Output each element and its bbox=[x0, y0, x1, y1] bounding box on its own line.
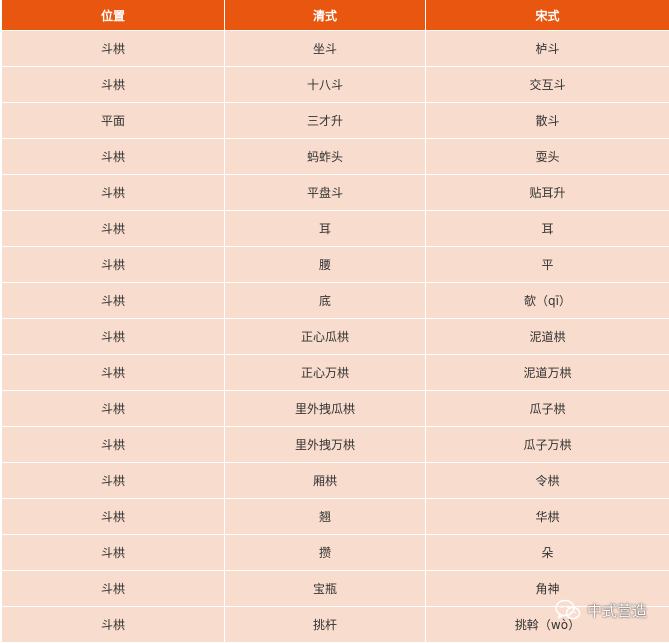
table-cell-position: 斗栱 bbox=[2, 211, 225, 246]
table-cell-song-style: 交互斗 bbox=[529, 78, 566, 92]
table-cell-qing-style: 里外拽瓜栱 bbox=[225, 391, 426, 426]
watermark-text: 中式营造 bbox=[586, 601, 647, 620]
table-cell-position: 斗栱 bbox=[2, 283, 225, 318]
table-cell-position: 斗栱 bbox=[2, 355, 225, 390]
table-cell-song-style: 华栱 bbox=[535, 510, 560, 524]
data-table: 位置 清式 宋式 斗栱 坐斗 栌斗 斗栱 十八斗 交互斗 平面 三才升 散斗 斗栱 蚂蚱头 耍头 斗栱平… bbox=[2, 0, 669, 643]
table-cell-qing-style: 厢栱 bbox=[225, 463, 426, 498]
table-cell-qing-style: 耳 bbox=[225, 211, 426, 246]
table-cell-qing-style: 正心瓜栱 bbox=[225, 319, 426, 354]
table-cell-qing-style: 攒 bbox=[225, 535, 426, 570]
table-row: 斗栱翘 华栱 bbox=[2, 499, 669, 535]
table-cell-position: 斗栱 bbox=[2, 571, 225, 606]
table-cell-song-style: 朵 bbox=[541, 546, 554, 560]
table-cell-qing-style: 腰 bbox=[225, 247, 426, 282]
table-cell-qing-style: 宝瓶 bbox=[225, 571, 426, 606]
table-cell-position: 斗栱 bbox=[2, 499, 225, 534]
table-cell-qing-style: 里外拽万栱 bbox=[225, 427, 426, 462]
table-row: 斗栱 正心瓜栱 泥道栱 bbox=[2, 319, 669, 355]
table-row: 斗栱底 欹（qī） bbox=[2, 283, 669, 319]
table-header: 位置 清式 宋式 bbox=[2, 0, 669, 31]
header-cell-qing-style: 清式 bbox=[225, 0, 426, 30]
table-row: 斗栱 里外拽瓜栱 瓜子栱 bbox=[2, 391, 669, 427]
table-cell-song-style: 栌斗 bbox=[535, 42, 560, 56]
table-cell-song-style: 瓜子栱 bbox=[529, 402, 566, 416]
table-cell-position: 斗栱 bbox=[2, 319, 225, 354]
wechat-logo-icon bbox=[555, 599, 581, 620]
table-row: 斗栱 厢栱 令栱 bbox=[2, 463, 669, 499]
table-cell-song-style: 耳 bbox=[541, 222, 554, 236]
table-cell-qing-style: 正心万栱 bbox=[225, 355, 426, 390]
table-row: 斗栱耳耳 bbox=[2, 211, 669, 247]
table-cell-position: 斗栱 bbox=[2, 391, 225, 426]
table-cell-song-style: 泥道万栱 bbox=[523, 366, 572, 380]
table-row: 斗栱 正心万栱 泥道万栱 bbox=[2, 355, 669, 391]
table-cell-song-style: 散斗 bbox=[535, 114, 560, 128]
table-cell-qing-style: 底 bbox=[225, 283, 426, 318]
table-cell-qing-style: 十八斗 bbox=[225, 67, 426, 102]
table-cell-song-style: 耍头 bbox=[535, 150, 560, 164]
table-row: 斗栱攒 朵 bbox=[2, 535, 669, 571]
table-row: 斗栱 平盘斗 贴耳升 bbox=[2, 175, 669, 211]
table-row: 斗栱 十八斗 交互斗 bbox=[2, 67, 669, 103]
table-cell-position: 斗栱 bbox=[2, 139, 225, 174]
table-row: 斗栱腰 平 bbox=[2, 247, 669, 283]
table-row: 平面 三才升 散斗 bbox=[2, 103, 669, 139]
table-cell-song-style: 平 bbox=[541, 258, 554, 272]
table-cell-position: 斗栱 bbox=[2, 247, 225, 282]
table-cell-qing-style: 三才升 bbox=[225, 103, 426, 138]
table-cell-song-style: 欹（qī） bbox=[524, 294, 571, 308]
table-cell-position: 斗栱 bbox=[2, 535, 225, 570]
table-row: 斗栱 坐斗 栌斗 bbox=[2, 31, 669, 67]
table-cell-qing-style: 挑杆 bbox=[225, 607, 426, 642]
table-cell-position: 斗栱 bbox=[2, 31, 225, 66]
table-cell-qing-style: 坐斗 bbox=[225, 31, 426, 66]
table-row: 斗栱 蚂蚱头 耍头 bbox=[2, 139, 669, 175]
header-cell-position: 位置 bbox=[2, 0, 225, 30]
table-cell-position: 平面 bbox=[2, 103, 225, 138]
table-cell-song-style: 泥道栱 bbox=[529, 330, 566, 344]
watermark: 中式营造 bbox=[555, 599, 647, 621]
table-cell-position: 斗栱 bbox=[2, 67, 225, 102]
table-cell-qing-style: 翘 bbox=[225, 499, 426, 534]
table-cell-song-style: 瓜子万栱 bbox=[523, 438, 572, 452]
table-cell-qing-style: 蚂蚱头 bbox=[225, 139, 426, 174]
table-cell-position: 斗栱 bbox=[2, 427, 225, 462]
table-cell-song-style: 贴耳升 bbox=[529, 186, 566, 200]
table-cell-position: 斗栱 bbox=[2, 463, 225, 498]
table-cell-qing-style: 平盘斗 bbox=[225, 175, 426, 210]
table-cell-position: 斗栱 bbox=[2, 607, 225, 642]
table-cell-position: 斗栱 bbox=[2, 175, 225, 210]
header-cell-song-style: 宋式 bbox=[535, 8, 560, 23]
table-row: 斗栱 里外拽万栱 瓜子万栱 bbox=[2, 427, 669, 463]
table-cell-song-style: 令栱 bbox=[535, 474, 560, 488]
